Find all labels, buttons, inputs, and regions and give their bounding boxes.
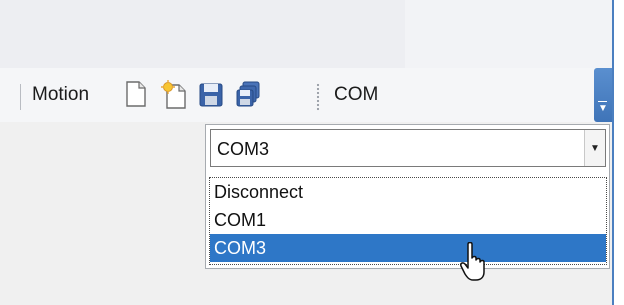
mouse-pointer-icon <box>460 241 490 282</box>
motion-menu-label[interactable]: Motion <box>32 84 89 106</box>
window-border-line <box>612 0 614 305</box>
option-disconnect[interactable]: Disconnect <box>210 178 606 206</box>
top-shade <box>0 0 405 68</box>
save-icon[interactable] <box>198 80 226 110</box>
com-port-combobox[interactable]: COM3 ▼ <box>210 129 606 167</box>
combo-dropdown-button[interactable]: ▼ <box>584 130 605 166</box>
chevron-down-icon: ▼ <box>590 142 600 154</box>
combo-selected-value: COM3 <box>217 139 270 159</box>
new-document-icon[interactable] <box>124 80 152 110</box>
overflow-chevron-icon[interactable]: ▼ <box>594 68 612 122</box>
com-port-options-list: Disconnect COM1 COM3 <box>209 177 607 265</box>
window-right-edge <box>612 0 624 305</box>
toolbar-separator <box>20 84 21 110</box>
overflow-bar <box>598 101 607 102</box>
chevron-down-icon: ▼ <box>598 103 608 114</box>
save-all-icon[interactable] <box>234 80 262 110</box>
option-com3[interactable]: COM3 <box>210 234 606 262</box>
toolbar-grip[interactable] <box>316 83 320 111</box>
com-port-dropdown[interactable]: COM3 ▼ Disconnect COM1 COM3 <box>205 124 610 269</box>
com-toolbar-label: COM <box>334 84 379 105</box>
new-sparkle-document-icon[interactable] <box>160 80 188 110</box>
toolbar: Motion COM ▼ <box>0 68 612 122</box>
option-com1[interactable]: COM1 <box>210 206 606 234</box>
window-top-area <box>0 0 612 68</box>
